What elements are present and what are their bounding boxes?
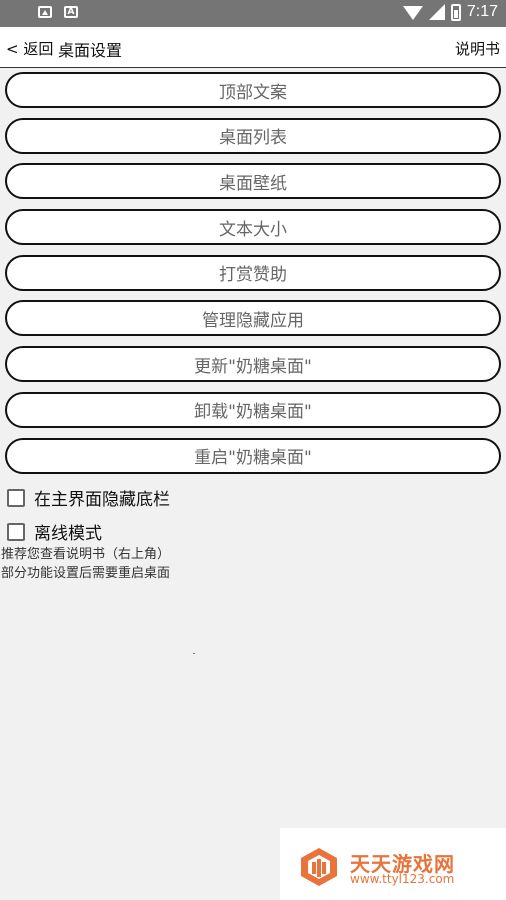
page-title: 桌面设置 — [58, 41, 123, 60]
wifi-icon — [402, 6, 423, 20]
status-time: 7:17 — [466, 3, 498, 20]
update-launcher-button[interactable]: 更新"奶糖桌面" — [5, 346, 501, 383]
hide-bottom-bar-checkbox[interactable] — [7, 488, 25, 507]
watermark-logo-icon — [301, 848, 337, 886]
desktop-list-button[interactable]: 桌面列表 — [5, 117, 501, 154]
uninstall-launcher-button[interactable]: 卸载"奶糖桌面" — [5, 391, 501, 428]
a-icon: A — [64, 6, 78, 18]
wallpaper-button[interactable]: 桌面壁纸 — [5, 163, 501, 200]
manual-button[interactable]: 说明书 — [455, 38, 500, 59]
status-bar: A 7:17 — [0, 0, 506, 27]
offline-mode-checkbox[interactable] — [7, 522, 25, 541]
battery-icon — [450, 3, 461, 21]
hide-bottom-bar-label: 在主界面隐藏底栏 — [34, 490, 170, 510]
hide-bottom-bar-option[interactable]: 在主界面隐藏底栏 — [7, 485, 170, 510]
menu-list: 顶部文案 桌面列表 桌面壁纸 文本大小 打赏赞助 管理隐藏应用 更新"奶糖桌面"… — [5, 72, 501, 483]
note-line-2: 部分功能设置后需要重启桌面 — [1, 566, 171, 581]
text-size-button[interactable]: 文本大小 — [5, 209, 501, 246]
watermark: 天天游戏网 www.ttyl123.com — [280, 828, 506, 900]
watermark-url: www.ttyl123.com — [350, 872, 455, 886]
donate-button[interactable]: 打赏赞助 — [5, 254, 501, 291]
back-button[interactable]: < 返回 — [6, 38, 53, 59]
top-bar: < 返回 桌面设置 说明书 — [0, 27, 506, 68]
signal-icon — [428, 4, 445, 20]
offline-mode-label: 离线模式 — [34, 524, 102, 544]
stray-dot — [193, 653, 195, 654]
image-icon — [38, 6, 52, 18]
top-copy-button[interactable]: 顶部文案 — [5, 72, 501, 108]
notes: 推荐您查看说明书（右上角） 部分功能设置后需要重启桌面 — [1, 545, 170, 583]
manage-hidden-apps-button[interactable]: 管理隐藏应用 — [5, 300, 501, 337]
restart-launcher-button[interactable]: 重启"奶糖桌面" — [5, 437, 501, 474]
note-line-1: 推荐您查看说明书（右上角） — [1, 547, 171, 562]
offline-mode-option[interactable]: 离线模式 — [7, 519, 102, 544]
